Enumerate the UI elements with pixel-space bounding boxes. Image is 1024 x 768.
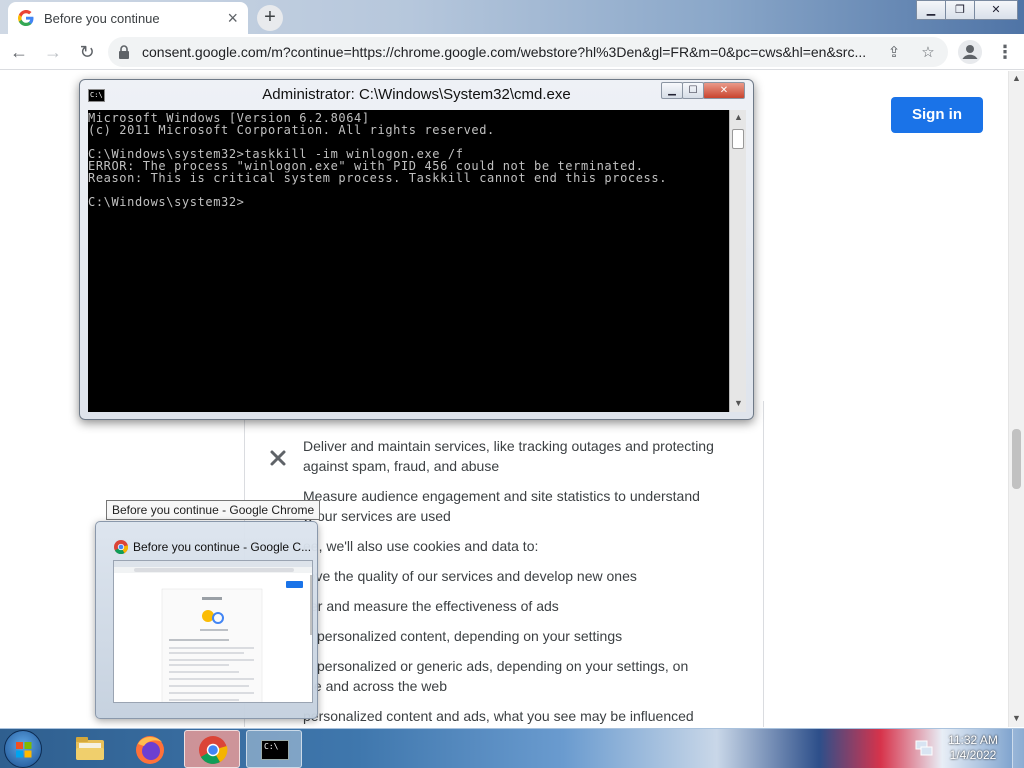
cmd-window: C:\ Administrator: C:\Windows\System32\c… xyxy=(79,79,754,420)
page-scrollbar[interactable]: ▲ ▼ xyxy=(1008,71,1024,727)
content-line: Measure audience engagement and site sta… xyxy=(303,488,700,504)
chrome-taskbar-icon xyxy=(199,736,228,764)
content-line: against spam, fraud, and abuse xyxy=(303,458,500,474)
taskbar-thumbnail-preview[interactable]: Before you continue - Google C... xyxy=(95,521,318,719)
sign-in-button[interactable]: Sign in xyxy=(891,97,983,133)
browser-titlebar: Before you continue × + ▁ ❐ ✕ xyxy=(0,0,1024,34)
cmd-scroll-down-icon[interactable]: ▼ xyxy=(734,398,743,408)
thumbnail-header: Before you continue - Google C... xyxy=(114,540,314,554)
system-clock[interactable]: 11:32 AM 1/4/2022 xyxy=(944,733,1002,763)
page-snapshot-icon xyxy=(114,561,312,702)
content-line: gle and across the web xyxy=(303,678,447,694)
clock-time: 11:32 AM xyxy=(948,733,998,747)
console-line: (c) 2011 Microsoft Corporation. All righ… xyxy=(88,123,495,137)
cmd-close-icon[interactable]: ✕ xyxy=(703,82,745,99)
cmd-window-controls: ▁ ☐ ✕ xyxy=(661,82,745,99)
minimize-icon[interactable]: ▁ xyxy=(916,0,946,20)
clock-date: 1/4/2022 xyxy=(949,748,997,762)
url-text: consent.google.com/m?continue=https://ch… xyxy=(142,44,867,60)
content-line: personalized content and ads, what you s… xyxy=(303,708,694,724)
forward-arrow-icon[interactable]: → xyxy=(38,37,68,67)
cmd-console[interactable]: Microsoft Windows [Version 6.2.8064] (c)… xyxy=(88,110,729,412)
content-line: w personalized or generic ads, depending… xyxy=(303,658,689,674)
consent-content: Deliver and maintain services, like trac… xyxy=(244,401,764,727)
thumbnail-title: Before you continue - Google C... xyxy=(133,540,312,554)
thumbnail-image xyxy=(113,560,313,703)
browser-toolbar: ← → ↻ consent.google.com/m?continue=http… xyxy=(0,34,1024,70)
scroll-down-icon[interactable]: ▼ xyxy=(1012,713,1021,723)
browser-tab[interactable]: Before you continue × xyxy=(8,2,248,34)
preview-tooltip: Before you continue - Google Chrome xyxy=(106,500,321,520)
cmd-taskbar-icon: C:\ xyxy=(261,740,289,760)
share-icon[interactable]: ⇪ xyxy=(884,43,904,61)
cmd-taskbar-icon-text: C:\ xyxy=(264,742,279,751)
file-explorer-icon xyxy=(76,737,104,760)
address-bar[interactable]: consent.google.com/m?continue=https://ch… xyxy=(108,37,948,67)
content-line: ver and measure the effectiveness of ads xyxy=(303,598,559,614)
tab-close-icon[interactable]: × xyxy=(227,9,238,27)
show-desktop-button[interactable] xyxy=(1012,729,1024,768)
console-prompt: C:\Windows\system32> xyxy=(88,195,245,209)
console-line: Reason: This is critical system process.… xyxy=(88,171,668,185)
chrome-icon xyxy=(114,540,128,554)
close-icon[interactable]: ✕ xyxy=(974,0,1018,20)
firefox-icon xyxy=(136,736,164,764)
kebab-menu-icon[interactable]: ⋮ xyxy=(996,40,1014,64)
cmd-titlebar[interactable]: C:\ Administrator: C:\Windows\System32\c… xyxy=(80,80,753,110)
bookmark-star-icon[interactable]: ☆ xyxy=(918,43,938,61)
content-line: w our services are used xyxy=(303,508,451,524)
profile-icon[interactable] xyxy=(958,40,982,64)
cmd-title: Administrator: C:\Windows\System32\cmd.e… xyxy=(262,86,571,103)
taskbar-explorer-button[interactable] xyxy=(62,730,118,768)
taskbar-firefox-button[interactable] xyxy=(122,730,178,768)
new-tab-button[interactable]: + xyxy=(257,5,283,31)
cmd-scrollbar[interactable]: ▲ ▼ xyxy=(729,110,746,412)
cmd-maximize-icon[interactable]: ☐ xyxy=(682,82,704,99)
reload-icon[interactable]: ↻ xyxy=(72,37,102,67)
content-line: rove the quality of our services and dev… xyxy=(303,568,637,584)
windows-taskbar: C:\ 11:32 AM 1/4/2022 xyxy=(0,728,1024,768)
content-line: w personalized content, depending on you… xyxy=(303,628,623,644)
cmd-scroll-thumb[interactable] xyxy=(732,129,744,149)
cmd-minimize-icon[interactable]: ▁ xyxy=(661,82,683,99)
start-button[interactable] xyxy=(4,730,42,768)
taskbar-cmd-button[interactable]: C:\ xyxy=(246,730,302,768)
lock-icon xyxy=(119,45,129,59)
scroll-up-icon[interactable]: ▲ xyxy=(1012,73,1021,83)
tab-title: Before you continue xyxy=(44,10,160,26)
browser-window-controls: ▁ ❐ ✕ xyxy=(916,0,1018,20)
cmd-scroll-up-icon[interactable]: ▲ xyxy=(734,112,743,122)
content-line: ee, we'll also use cookies and data to: xyxy=(303,538,539,554)
tools-icon xyxy=(270,450,286,466)
page-scroll-thumb[interactable] xyxy=(1012,429,1021,489)
content-line: Deliver and maintain services, like trac… xyxy=(303,438,714,454)
windows-logo-icon xyxy=(16,742,32,758)
restore-icon[interactable]: ❐ xyxy=(945,0,975,20)
network-icon[interactable] xyxy=(914,739,934,757)
back-arrow-icon[interactable]: ← xyxy=(4,37,34,67)
google-favicon-icon xyxy=(18,10,34,26)
taskbar-chrome-button[interactable] xyxy=(184,730,240,768)
